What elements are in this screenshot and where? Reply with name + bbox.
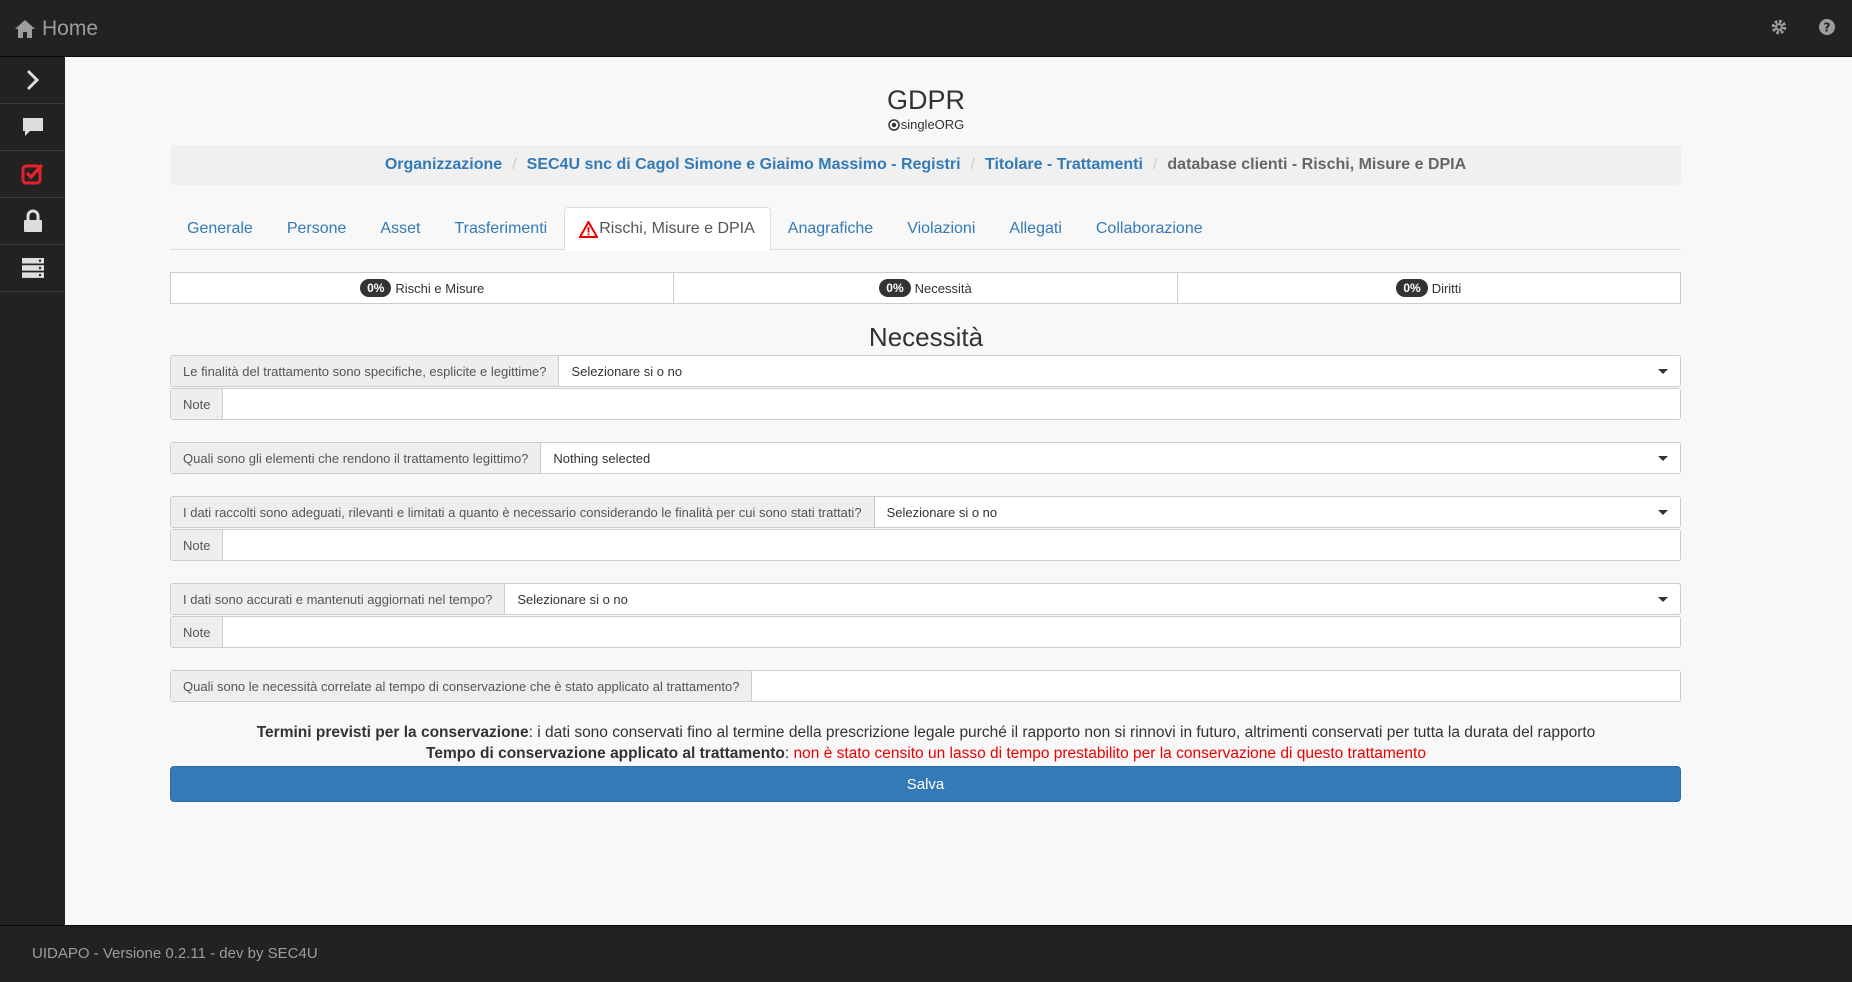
caret-down-icon — [1658, 455, 1668, 461]
progress-rischi-misure[interactable]: 0% Rischi e Misure — [170, 272, 675, 304]
retention-applied-label: Tempo di conservazione applicato al trat… — [426, 745, 785, 762]
org-indicator: singleORG — [65, 117, 1787, 132]
chat-icon — [22, 118, 43, 136]
retention-terms-text: : i dati sono conservati fino al termine… — [528, 724, 1596, 741]
retention-applied-warning: non è stato censito un lasso di tempo pr… — [793, 745, 1426, 762]
sidebar-item-chat[interactable] — [0, 104, 65, 151]
top-navbar: Home ? — [0, 0, 1852, 57]
select-value: Nothing selected — [553, 450, 651, 466]
sidebar-item-tasks[interactable] — [0, 151, 65, 198]
tab-violazioni[interactable]: Violazioni — [890, 207, 992, 250]
retention-terms-label: Termini previsti per la conservazione — [256, 724, 529, 741]
note-finalita-input[interactable] — [223, 389, 1680, 419]
note-dati-adeguati-input[interactable] — [223, 530, 1680, 560]
dati-accurati-select[interactable]: Selezionare si o no — [505, 584, 1680, 614]
checkbox-icon — [21, 163, 43, 185]
note-label: Note — [171, 530, 224, 560]
caret-down-icon — [1658, 509, 1668, 515]
percent-badge: 0% — [879, 279, 911, 297]
breadcrumb-treatments[interactable]: Titolare - Trattamenti — [985, 156, 1143, 174]
breadcrumb-organization[interactable]: Organizzazione — [385, 156, 502, 174]
section-title: Necessità — [868, 322, 984, 352]
question-tempo-conservazione: Quali sono le necessità correlate al tem… — [170, 670, 1681, 702]
breadcrumb: Organizzazione / SEC4U snc di Cagol Simo… — [170, 145, 1681, 185]
tempo-conservazione-input[interactable] — [752, 671, 1680, 701]
caret-down-icon — [1658, 596, 1668, 602]
progress-summary: 0% Rischi e Misure 0% Necessità 0% Dirit… — [170, 272, 1681, 304]
select-value: Selezionare si o no — [571, 363, 683, 379]
question-finalita: Le finalità del trattamento sono specifi… — [170, 355, 1681, 387]
tab-generale[interactable]: Generale — [170, 207, 270, 250]
note-dati-accurati-input[interactable] — [223, 617, 1680, 647]
percent-badge: 0% — [1396, 279, 1428, 297]
tab-anagrafiche[interactable]: Anagrafiche — [771, 207, 890, 250]
select-value: Selezionare si o no — [517, 591, 628, 607]
home-link[interactable]: Home — [14, 14, 98, 44]
sidebar — [0, 57, 65, 925]
question-elementi-legittimita: Quali sono gli elementi che rendono il t… — [170, 442, 1681, 474]
progress-label: Diritti — [1431, 280, 1462, 296]
page-title: GDPR — [886, 85, 965, 115]
finalita-select[interactable]: Selezionare si o no — [559, 356, 1680, 386]
sidebar-item-security[interactable] — [0, 198, 65, 245]
note-label: Note — [171, 389, 224, 419]
save-button[interactable]: Salva — [170, 766, 1681, 802]
tab-rischi-misure-dpia[interactable]: Rischi, Misure e DPIA — [564, 207, 771, 251]
progress-label: Necessità — [914, 280, 972, 296]
note-label: Note — [171, 617, 224, 647]
gear-icon[interactable] — [1770, 18, 1788, 36]
tab-trasferimenti[interactable]: Trasferimenti — [437, 207, 564, 250]
footer: UIDAPO - Versione 0.2.11 - dev by SEC4U — [0, 925, 1852, 982]
question-dati-adeguati: I dati raccolti sono adeguati, rilevanti… — [170, 496, 1681, 528]
tab-collaborazione[interactable]: Collaborazione — [1079, 207, 1220, 250]
progress-diritti[interactable]: 0% Diritti — [1177, 272, 1681, 304]
tab-bar: Generale Persone Asset Trasferimenti Ris… — [170, 207, 1681, 251]
note-finalita: Note — [170, 388, 1681, 420]
sidebar-toggle[interactable] — [0, 57, 65, 104]
question-label: I dati raccolti sono adeguati, rilevanti… — [171, 497, 875, 527]
server-icon — [21, 258, 44, 278]
lock-icon — [23, 209, 42, 232]
tab-asset[interactable]: Asset — [363, 207, 437, 250]
home-label: Home — [42, 17, 99, 40]
chevron-right-icon — [26, 69, 39, 91]
main-content: GDPR singleORG Organizzazione / SEC4U sn… — [65, 57, 1852, 925]
tab-allegati[interactable]: Allegati — [992, 207, 1078, 250]
select-value: Selezionare si o no — [886, 504, 998, 520]
dati-adeguati-select[interactable]: Selezionare si o no — [875, 497, 1680, 527]
tab-persone[interactable]: Persone — [270, 207, 364, 250]
tab-label: Rischi, Misure e DPIA — [599, 220, 755, 237]
elementi-multiselect[interactable]: Nothing selected — [541, 443, 1680, 473]
version-text: UIDAPO - Versione 0.2.11 - dev by SEC4U — [32, 945, 318, 962]
warning-icon — [579, 220, 599, 238]
radio-dot-icon — [887, 118, 900, 131]
sidebar-item-registry[interactable] — [0, 245, 65, 292]
question-dati-accurati: I dati sono accurati e mantenuti aggiorn… — [170, 583, 1681, 615]
retention-terms: Termini previsti per la conservazione: i… — [65, 724, 1787, 742]
question-label: Quali sono le necessità correlate al tem… — [171, 671, 753, 701]
question-label: Quali sono gli elementi che rendono il t… — [171, 443, 542, 473]
breadcrumb-current: database clienti - Rischi, Misure e DPIA — [1167, 156, 1467, 173]
question-label: I dati sono accurati e mantenuti aggiorn… — [171, 584, 506, 614]
question-icon[interactable]: ? — [1818, 18, 1836, 36]
retention-applied: Tempo di conservazione applicato al trat… — [426, 745, 1426, 762]
caret-down-icon — [1658, 368, 1668, 374]
progress-label: Rischi e Misure — [395, 280, 485, 296]
question-label: Le finalità del trattamento sono specifi… — [171, 356, 560, 386]
org-label: singleORG — [900, 117, 965, 132]
percent-badge: 0% — [360, 279, 392, 297]
note-dati-adeguati: Note — [170, 529, 1681, 561]
progress-necessita[interactable]: 0% Necessità — [674, 272, 1178, 304]
breadcrumb-registry[interactable]: SEC4U snc di Cagol Simone e Giaimo Massi… — [527, 156, 961, 174]
note-dati-accurati: Note — [170, 616, 1681, 648]
home-icon — [15, 20, 35, 38]
svg-text:?: ? — [1824, 21, 1831, 35]
